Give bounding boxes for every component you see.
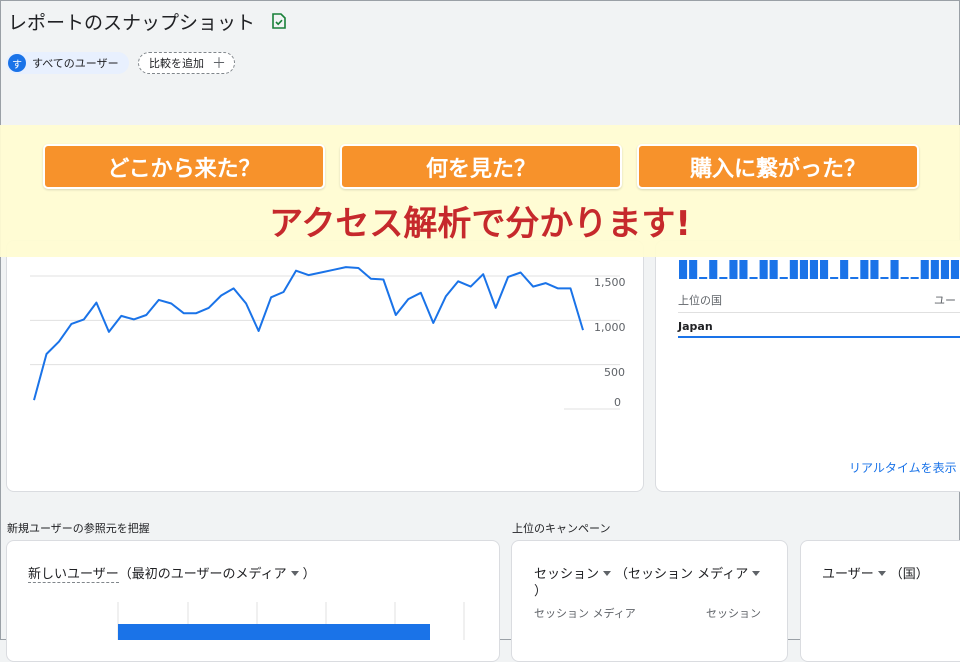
realtime-bar — [870, 260, 879, 279]
divider — [678, 312, 960, 313]
y-tick-label: 500 — [604, 366, 625, 379]
realtime-bar — [789, 260, 798, 279]
realtime-bar — [820, 260, 829, 279]
y-tick-label: 0 — [614, 396, 621, 409]
add-comparison-label: 比較を追加 — [149, 57, 204, 70]
realtime-bar — [689, 260, 698, 279]
users-trend-card — [6, 240, 644, 492]
country-card — [800, 540, 960, 662]
realtime-bar — [759, 260, 768, 279]
question-badge-viewed: 何を見た？ — [340, 144, 622, 189]
bar — [118, 624, 430, 640]
country-bar — [678, 336, 960, 338]
realtime-bar — [850, 277, 859, 279]
dimension-selector[interactable]: （最初のユーザーのメディア — [119, 567, 287, 582]
realtime-bar — [840, 260, 849, 279]
dimension-selector[interactable]: （国） — [890, 567, 929, 582]
realtime-bar — [739, 260, 748, 279]
realtime-bar — [940, 260, 949, 279]
realtime-bar — [709, 260, 718, 279]
y-tick-label: 1,500 — [594, 276, 626, 289]
realtime-bar — [729, 260, 738, 279]
promo-headline: アクセス解析で分かります! — [269, 204, 691, 244]
realtime-bar — [719, 277, 728, 279]
dropdown-caret-icon[interactable] — [752, 571, 761, 576]
add-comparison-button[interactable]: 比較を追加 ＋ — [138, 52, 235, 74]
dropdown-caret-icon[interactable] — [877, 571, 886, 576]
realtime-bar — [809, 260, 818, 279]
realtime-bar — [679, 260, 688, 279]
paren-close: ） — [302, 567, 316, 582]
section-title-new-users: 新規ユーザーの参照元を把握 — [7, 522, 150, 535]
paren-close: ） — [534, 584, 548, 599]
realtime-bar — [749, 277, 758, 279]
new-users-header: 新しいユーザー（最初のユーザーのメディア ） — [28, 563, 316, 583]
users-column-label: ユー — [934, 294, 956, 307]
top-country-label: 上位の国 — [678, 294, 722, 307]
realtime-bar — [900, 277, 909, 279]
new-users-bar-chart — [117, 602, 465, 640]
realtime-bar — [769, 260, 778, 279]
country-row[interactable]: Japan — [678, 320, 713, 333]
column-header-metric: セッション — [706, 607, 761, 620]
view-realtime-link[interactable]: リアルタイムを表示 — [849, 459, 957, 476]
realtime-bar — [779, 277, 788, 279]
segment-avatar: す — [8, 54, 26, 72]
realtime-bar — [699, 277, 708, 279]
question-badge-source: どこから来た？ — [43, 144, 325, 189]
country-header: ユーザー （国） — [822, 563, 929, 582]
realtime-bar — [860, 260, 869, 279]
campaign-card — [511, 540, 788, 662]
realtime-bar — [799, 260, 808, 279]
realtime-bar — [950, 260, 959, 279]
realtime-bar — [920, 260, 929, 279]
user-segment-chip[interactable]: す すべてのユーザー — [6, 52, 129, 74]
realtime-bar — [890, 260, 899, 279]
question-badge-conversion: 購入に繋がった？ — [637, 144, 919, 189]
realtime-bar-chart — [679, 260, 959, 279]
plus-icon: ＋ — [212, 56, 226, 72]
column-header-dimension: セッション メディア — [534, 607, 636, 620]
realtime-bar — [910, 277, 919, 279]
segment-label: すべてのユーザー — [32, 57, 119, 70]
section-title-campaigns: 上位のキャンペーン — [512, 522, 611, 535]
realtime-bar — [880, 277, 889, 279]
page-title: レポートのスナップショット — [8, 12, 256, 34]
metric-selector[interactable]: ユーザー — [822, 567, 874, 582]
y-tick-label: 1,000 — [594, 321, 626, 334]
dropdown-caret-icon[interactable] — [290, 571, 299, 576]
metric-selector[interactable]: 新しいユーザー — [28, 567, 119, 583]
campaign-header: セッション （セッション メディア — [534, 563, 764, 582]
dimension-selector[interactable]: （セッション メディア — [615, 567, 748, 582]
dropdown-caret-icon[interactable] — [603, 571, 612, 576]
realtime-bar — [830, 277, 839, 279]
realtime-bar — [930, 260, 939, 279]
report-check-icon[interactable] — [272, 13, 286, 29]
